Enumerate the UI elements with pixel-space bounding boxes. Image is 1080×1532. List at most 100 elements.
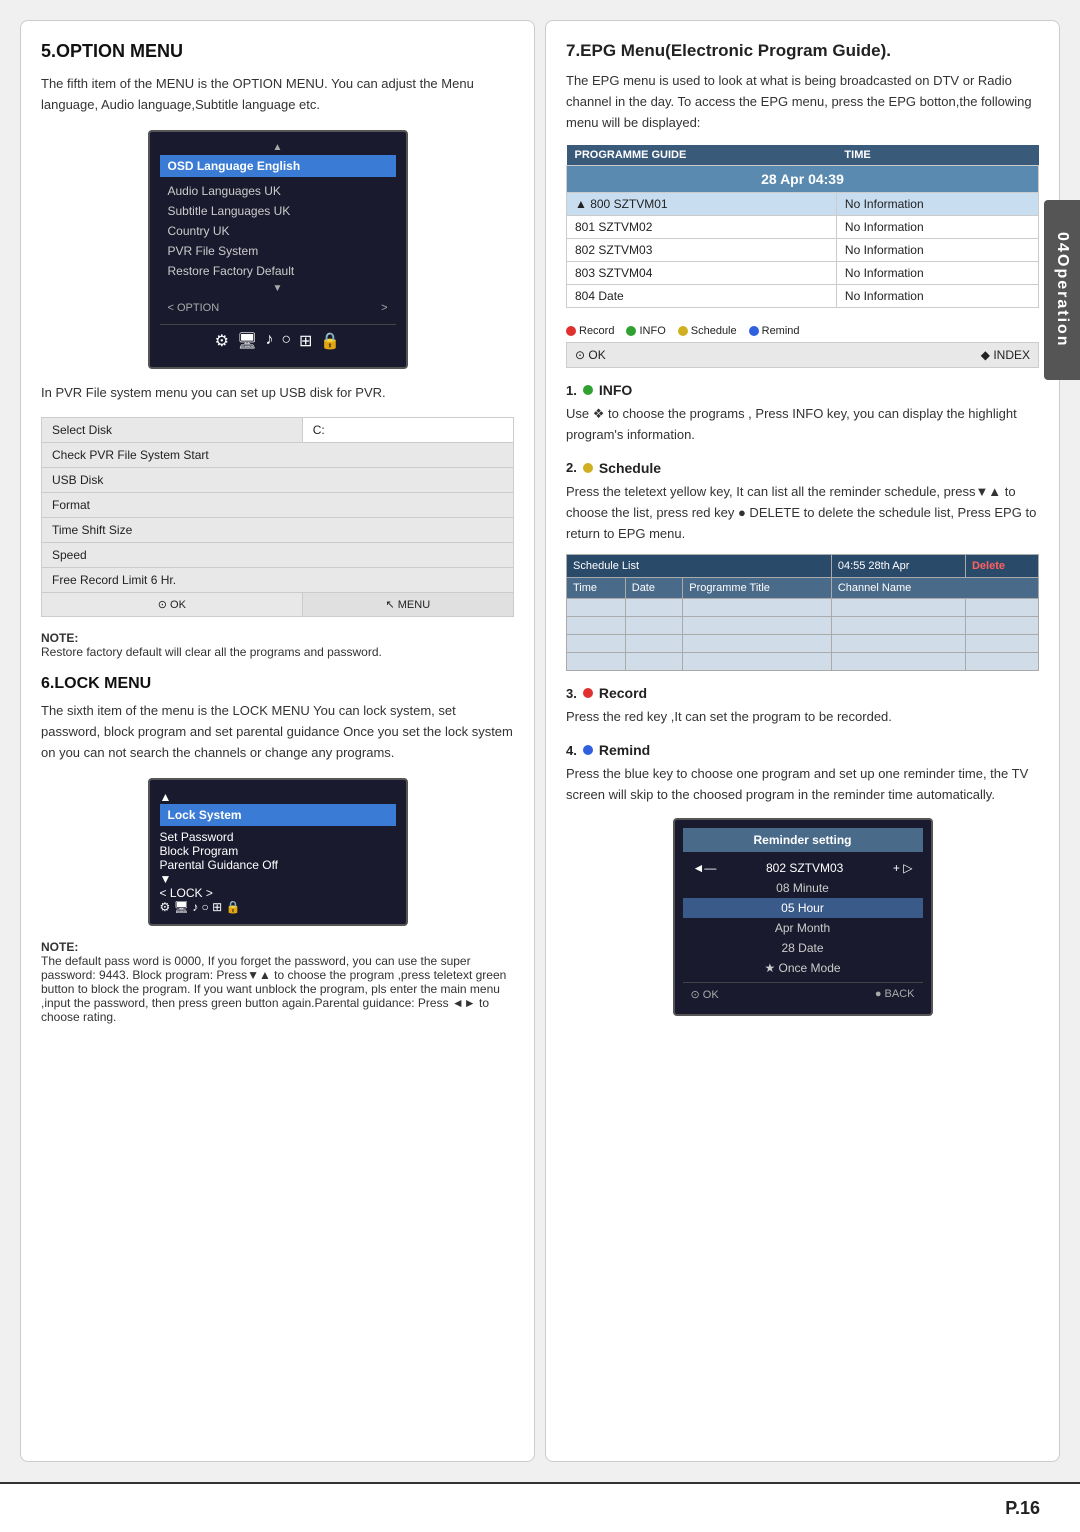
lock-note: NOTE: The default pass word is 0000, If … <box>41 940 514 1024</box>
sched-col-date: Date <box>625 578 682 599</box>
pvr-row-1: Select Disk C: <box>42 418 514 443</box>
info-dot-green <box>583 385 593 395</box>
lock-nav: < LOCK > <box>160 886 396 900</box>
lock-icon-monitor: 🖥 <box>174 900 189 914</box>
osd-icons: ⚙ 🖥 ♪ ○ ⊞ 🔒 <box>160 324 396 357</box>
lock-icons: ⚙ 🖥 ♪ ○ ⊞ 🔒 <box>160 900 396 914</box>
epg-channel-3: 802 SZTVM03 <box>567 239 837 262</box>
schedule-header: 2. Schedule <box>566 460 1039 476</box>
pvr-ok: ⊙ OK <box>42 593 303 617</box>
lock-triangle-down: ▼ <box>160 872 396 886</box>
sched-header: Schedule List 04:55 28th Apr Delete <box>567 555 1039 578</box>
remind-body-text: Press the blue key to choose one program… <box>566 764 1039 806</box>
sched-empty-4 <box>567 653 1039 671</box>
reminder-back: ● BACK <box>875 988 915 1001</box>
schedule-table: Schedule List 04:55 28th Apr Delete Time… <box>566 554 1039 671</box>
sched-date-header: 04:55 28th Apr <box>831 555 965 578</box>
info-header: 1. INFO <box>566 382 1039 398</box>
lock-item-2: Block Program <box>160 844 396 858</box>
epg-channel-row-5: 804 Date No Information <box>567 285 1039 308</box>
schedule-number: 2. <box>566 460 577 475</box>
sched-col-time: Time <box>567 578 626 599</box>
icon-gear: ⚙ <box>215 331 229 351</box>
legend-remind: Remind <box>749 325 800 337</box>
sched-col-channel: Channel Name <box>831 578 1038 599</box>
lock-note-title: NOTE: <box>41 940 78 954</box>
record-dot-red <box>583 688 593 698</box>
pvr-row-2: Check PVR File System Start <box>42 443 514 468</box>
lock-body-text: The sixth item of the menu is the LOCK M… <box>41 701 514 763</box>
epg-info-3: No Information <box>836 239 1038 262</box>
dot-red <box>566 326 576 336</box>
icon-lock: 🔒 <box>320 331 340 351</box>
option-menu-title: 5.OPTION MENU <box>41 41 514 62</box>
left-column: 5.OPTION MENU The fifth item of the MENU… <box>20 20 535 1462</box>
option-menu-body: The fifth item of the MENU is the OPTION… <box>41 74 514 116</box>
pvr-label-2: Check PVR File System Start <box>42 443 514 468</box>
reminder-nav-right: + ▷ <box>893 861 913 875</box>
remind-dot-blue <box>583 745 593 755</box>
icon-grid: ⊞ <box>299 331 312 351</box>
legend-record: Record <box>566 325 614 337</box>
epg-body-text: The EPG menu is used to look at what is … <box>566 71 1039 133</box>
record-header: 3. Record <box>566 685 1039 701</box>
reminder-row-mode: ★ Once Mode <box>683 958 923 978</box>
remind-body: Press the blue key to choose one program… <box>566 764 1039 806</box>
osd-item-5: Restore Factory Default <box>160 261 396 281</box>
info-body-text: Use ❖ to choose the programs , Press INF… <box>566 404 1039 446</box>
epg-channel-row-1: ▲ 800 SZTVM01 No Information <box>567 193 1039 216</box>
schedule-body-text: Press the teletext yellow key, It can li… <box>566 482 1039 544</box>
pvr-value-1: C: <box>302 418 513 443</box>
reminder-row-hour: 05 Hour <box>683 898 923 918</box>
remind-section: 4. Remind Press the blue key to choose o… <box>566 742 1039 1016</box>
epg-header-time: TIME <box>836 145 1038 166</box>
lock-nav-left: < LOCK <box>160 886 203 900</box>
lock-menu-body: The sixth item of the menu is the LOCK M… <box>41 701 514 763</box>
osd-selected-item: OSD Language English <box>160 155 396 177</box>
sched-empty-3 <box>567 635 1039 653</box>
pvr-label-3: USB Disk <box>42 468 514 493</box>
epg-index: ◆ INDEX <box>981 348 1030 362</box>
lock-icon-lock: 🔒 <box>226 900 241 914</box>
lock-icon-circle: ○ <box>202 900 209 914</box>
schedule-body: Press the teletext yellow key, It can li… <box>566 482 1039 544</box>
legend-schedule: Schedule <box>678 325 737 337</box>
pvr-row-3: USB Disk <box>42 468 514 493</box>
epg-header-row: PROGRAMME GUIDE TIME <box>567 145 1039 166</box>
remind-title: Remind <box>599 742 650 758</box>
main-content: 5.OPTION MENU The fifth item of the MENU… <box>0 0 1080 1482</box>
epg-channel-row-2: 801 SZTVM02 No Information <box>567 216 1039 239</box>
dot-green <box>626 326 636 336</box>
pvr-row-7: Free Record Limit 6 Hr. <box>42 568 514 593</box>
reminder-box: Reminder setting ◄— 802 SZTVM03 + ▷ 08 M… <box>673 818 933 1016</box>
operation-number: 04 <box>1053 232 1071 254</box>
epg-info-2: No Information <box>836 216 1038 239</box>
schedule-section: 2. Schedule Press the teletext yellow ke… <box>566 460 1039 671</box>
info-number: 1. <box>566 383 577 398</box>
lock-icon-gear: ⚙ <box>160 900 171 914</box>
record-section: 3. Record Press the red key ,It can set … <box>566 685 1039 728</box>
lock-selected-item: Lock System <box>160 804 396 826</box>
pvr-label-1: Select Disk <box>42 418 303 443</box>
pvr-label-6: Speed <box>42 543 514 568</box>
legend-info: INFO <box>626 325 665 337</box>
remind-header: 4. Remind <box>566 742 1039 758</box>
dot-yellow <box>678 326 688 336</box>
epg-title: 7.EPG Menu(Electronic Program Guide). <box>566 41 1039 61</box>
lock-icon-grid: ⊞ <box>212 900 222 914</box>
osd-item-4: PVR File System <box>160 241 396 261</box>
page-container: 5.OPTION MENU The fifth item of the MENU… <box>0 0 1080 1532</box>
option-note-title: NOTE: <box>41 631 78 645</box>
reminder-title: Reminder setting <box>683 828 923 852</box>
pvr-row-5: Time Shift Size <box>42 518 514 543</box>
pvr-intro: In PVR File system menu you can set up U… <box>41 383 514 404</box>
right-column: 7.EPG Menu(Electronic Program Guide). Th… <box>545 20 1060 1462</box>
sched-empty-2 <box>567 617 1039 635</box>
pvr-table: Select Disk C: Check PVR File System Sta… <box>41 417 514 617</box>
reminder-row-minute: 08 Minute <box>683 878 923 898</box>
record-number: 3. <box>566 686 577 701</box>
epg-ok: ⊙ OK <box>575 348 606 362</box>
epg-footer: ⊙ OK ◆ INDEX <box>566 342 1039 368</box>
option-body-text: The fifth item of the MENU is the OPTION… <box>41 74 514 116</box>
osd-nav: < OPTION > <box>160 298 396 318</box>
